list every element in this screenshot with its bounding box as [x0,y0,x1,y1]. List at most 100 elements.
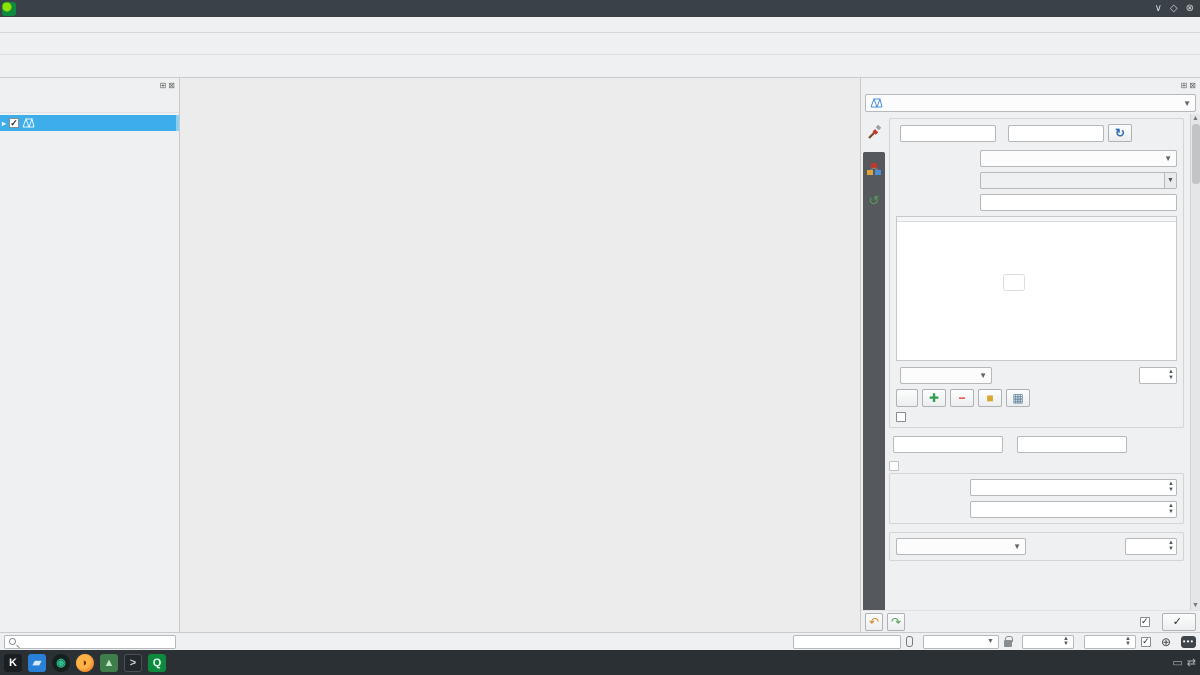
scale-combo[interactable]: ▼ [923,635,999,649]
styling-footer: ↶ ↷ ✓ [861,610,1200,632]
panel-dock-icon[interactable]: ⊞ [1181,81,1188,90]
user-grid-group: ▲▼ ▲▼ [889,473,1184,524]
locator-search-input[interactable] [4,635,176,649]
color-ramp-button[interactable]: ▼ [980,172,1177,189]
label-unit-suffix-input[interactable] [980,194,1177,211]
spin-arrows-icon[interactable]: ▲▼ [1063,637,1069,647]
interpolation-combo[interactable]: ▼ [980,150,1177,167]
panel-dock-icon[interactable]: ⊞ [160,81,167,90]
class-row[interactable] [897,294,1176,318]
messages-icon[interactable]: ••• [1181,636,1196,648]
panel-close-icon[interactable]: ⊠ [1189,81,1196,90]
terminal-icon[interactable]: > [124,654,142,672]
image-viewer-icon[interactable]: ▲ [100,654,118,672]
scrollbar-thumb[interactable] [1192,124,1200,184]
layer-tree-item[interactable]: ▸ [0,115,179,131]
tab-history[interactable]: ↺ [863,190,885,212]
minimize-button[interactable]: ∨ [1155,3,1162,14]
mesh-layer-icon [870,98,883,108]
spin-arrows-icon[interactable]: ▲▼ [1168,540,1174,552]
seeding-method-combo[interactable]: ▼ [896,538,1026,555]
color-swatch[interactable] [1003,274,1025,291]
lock-scale-icon[interactable] [1004,640,1012,647]
min-input[interactable] [900,125,996,142]
spin-arrows-icon[interactable]: ▲▼ [1168,503,1174,515]
color-ramp-preview [981,173,1164,188]
scroll-down-icon[interactable]: ▼ [1192,602,1199,609]
maximize-button[interactable]: ◇ [1170,3,1178,14]
reload-minmax-button[interactable]: ↻ [1108,124,1132,142]
launcher-area: K ▰ ◉ ◗ ▲ > Q [4,654,166,672]
live-update-checkbox[interactable] [1140,617,1150,627]
tab-symbology[interactable] [863,120,885,142]
chevron-down-icon: ▼ [1158,154,1172,163]
close-button[interactable]: ⊗ [1186,3,1194,14]
class-row[interactable] [897,222,1176,246]
layer-visibility-checkbox[interactable] [9,118,19,128]
map-canvas[interactable] [180,78,860,632]
filter-max-input[interactable] [1017,436,1127,453]
render-checkbox[interactable] [1141,637,1151,647]
spin-arrows-icon[interactable]: ▲▼ [1125,637,1131,647]
mode-combo[interactable]: ▼ [900,367,992,384]
map-canvas-area[interactable] [180,78,861,632]
color-ramp-dropdown[interactable]: ▼ [1164,173,1176,188]
y-spacing-spinbox[interactable]: ▲▼ [970,501,1177,518]
panel-close-icon[interactable]: ⊠ [168,81,175,90]
apply-button[interactable]: ✓ [1162,613,1196,631]
class-row[interactable] [897,318,1176,342]
column-header-value[interactable] [897,217,997,221]
history-icon: ↺ [869,193,880,209]
remove-class-button[interactable]: − [950,389,974,407]
class-row[interactable] [897,246,1176,270]
classification-table [896,216,1177,361]
clip-out-of-range-checkbox[interactable] [896,412,906,422]
qgis-launcher-icon[interactable]: Q [148,654,166,672]
spin-arrows-icon[interactable]: ▲▼ [1168,369,1174,381]
chevron-down-icon: ▼ [973,371,987,380]
rotation-spinbox[interactable]: ▲▼ [1084,635,1136,649]
classify-button[interactable] [896,389,918,407]
styling-scrollbar[interactable]: ▲ ▼ [1190,114,1200,610]
mouse-extent-icon[interactable] [906,636,913,647]
magnifier-spinbox[interactable]: ▲▼ [1022,635,1074,649]
tab-3d-view[interactable] [863,158,885,180]
max-input[interactable] [1008,125,1104,142]
classes-spinbox[interactable]: ▲▼ [1139,367,1177,384]
chevron-down-icon: ▼ [1183,99,1191,108]
file-manager-icon[interactable]: ▰ [28,654,46,672]
color-swatch[interactable] [1003,226,1025,243]
spin-arrows-icon[interactable]: ▲▼ [1168,481,1174,493]
color-swatch[interactable] [1003,298,1025,315]
firefox-launcher-icon[interactable]: ◗ [76,654,94,672]
x-spacing-spinbox[interactable]: ▲▼ [970,479,1177,496]
save-color-map-button[interactable]: ▦ [1006,389,1030,407]
density-spinbox[interactable]: ▲▼ [1125,538,1177,555]
kde-menu-icon[interactable]: K [4,654,22,672]
virtual-desktop-icon[interactable]: ▭ [1172,656,1182,669]
undo-style-button[interactable]: ↶ [865,613,883,631]
column-header-label[interactable] [1049,217,1176,221]
filter-min-input[interactable] [893,436,1003,453]
column-header-color[interactable] [997,217,1049,221]
title-bar: ∨ ◇ ⊗ [0,0,1200,17]
mesh-group-icon [867,162,882,176]
expand-arrow-icon[interactable]: ▸ [2,119,6,128]
redo-style-button[interactable]: ↷ [887,613,905,631]
load-color-map-button[interactable]: ■ [978,389,1002,407]
gitkraken-launcher-icon[interactable]: ◉ [52,654,70,672]
mesh-layer-icon [22,118,35,128]
menu-bar [0,17,1200,33]
layer-styling-panel: ⊞ ⊠ ▼ ↺ [861,78,1200,632]
layer-selector-combo[interactable]: ▼ [865,94,1196,112]
tray-arrows-icon[interactable]: ⇄ [1187,656,1196,669]
display-on-user-grid-checkbox[interactable] [889,461,899,471]
color-swatch[interactable] [1003,322,1025,339]
seeding-group: ▼ ▲▼ [889,532,1184,561]
add-class-button[interactable]: ✚ [922,389,946,407]
color-swatch[interactable] [1003,250,1025,267]
class-row[interactable] [897,270,1176,294]
scroll-up-icon[interactable]: ▲ [1192,115,1199,122]
layers-panel: ⊞ ⊠ ▸ [0,78,180,632]
coordinate-input[interactable] [793,635,901,649]
